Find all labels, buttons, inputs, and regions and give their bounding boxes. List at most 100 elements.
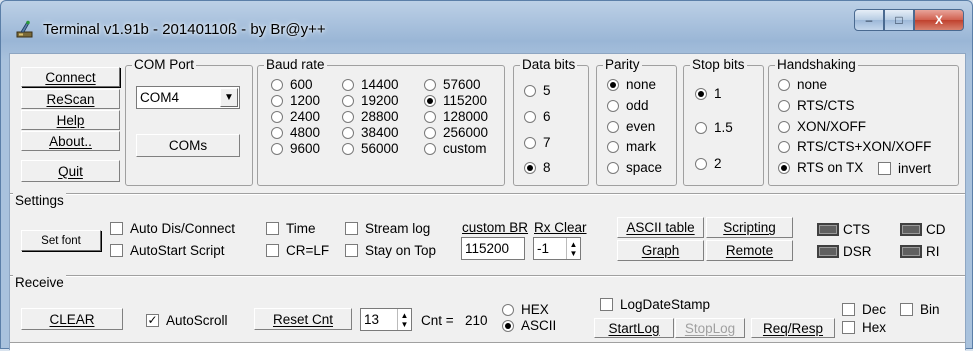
maximize-button[interactable]: □: [884, 9, 914, 31]
cnt-spinner[interactable]: 13 ▲ ▼: [360, 308, 412, 331]
baud-radio-1200[interactable]: 1200: [271, 93, 320, 108]
close-button[interactable]: X: [914, 9, 964, 31]
handshaking-radio-none[interactable]: none: [778, 77, 827, 92]
time-checkbox[interactable]: Time: [266, 221, 316, 236]
handshaking-radio-rts-on-tx[interactable]: RTS on TX: [778, 160, 863, 175]
title-bar[interactable]: Terminal v1.91b - 20140110ß - by Br@y++ …: [1, 1, 972, 51]
hex-radio[interactable]: HEX: [502, 302, 549, 317]
time-check[interactable]: [266, 222, 279, 235]
radio-dot[interactable]: [342, 110, 354, 123]
autostart-script-checkbox[interactable]: AutoStart Script: [110, 243, 225, 258]
custom-br-input[interactable]: 115200: [461, 237, 525, 260]
baud-radio-14400[interactable]: 14400: [342, 77, 399, 92]
baud-radio-600[interactable]: 600: [271, 77, 313, 92]
stay-on-top-checkbox[interactable]: Stay on Top: [345, 243, 436, 258]
reset-cnt-button[interactable]: Reset Cnt: [254, 308, 352, 330]
log-date-stamp-check[interactable]: [600, 298, 613, 311]
radio-dot[interactable]: [695, 87, 707, 100]
baud-radio-2400[interactable]: 2400: [271, 109, 320, 124]
ascii-radio-dot[interactable]: [502, 319, 514, 332]
remote-button[interactable]: Remote: [706, 240, 793, 261]
parity-radio-none[interactable]: none: [607, 77, 656, 92]
parity-radio-even[interactable]: even: [607, 119, 655, 134]
radio-dot[interactable]: [342, 78, 354, 91]
radio-dot[interactable]: [607, 161, 619, 174]
set-font-button[interactable]: Set font: [21, 230, 101, 251]
req-resp-button[interactable]: Req/Resp: [751, 318, 835, 338]
data-bits-radio-6[interactable]: 6: [524, 109, 551, 124]
data-bits-radio-7[interactable]: 7: [524, 135, 551, 150]
baud-radio-57600[interactable]: 57600: [424, 77, 481, 92]
baud-radio-128000[interactable]: 128000: [424, 109, 488, 124]
radio-dot[interactable]: [778, 99, 790, 112]
scripting-button[interactable]: Scripting: [706, 217, 793, 238]
radio-dot[interactable]: [424, 94, 436, 107]
baud-radio-custom[interactable]: custom: [424, 141, 487, 156]
minimize-button[interactable]: ‒: [854, 9, 884, 31]
ascii-radio[interactable]: ASCII: [502, 318, 556, 333]
stop-bits-radio-1[interactable]: 1: [695, 86, 722, 101]
baud-radio-38400[interactable]: 38400: [342, 125, 399, 140]
stay-on-top-check[interactable]: [345, 244, 358, 257]
radio-dot[interactable]: [342, 142, 354, 155]
radio-dot[interactable]: [524, 110, 536, 123]
ascii-table-button[interactable]: ASCII table: [617, 217, 704, 238]
spinner-arrows-icon[interactable]: ▲ ▼: [397, 309, 411, 330]
cr-lf-checkbox[interactable]: CR=LF: [266, 243, 329, 258]
radio-dot[interactable]: [524, 161, 536, 174]
dec-check[interactable]: [842, 303, 855, 316]
autostart-script-check[interactable]: [110, 244, 123, 257]
auto-dis-connect-checkbox[interactable]: Auto Dis/Connect: [110, 221, 235, 236]
autoscroll-check-icon[interactable]: ✓: [146, 314, 159, 327]
radio-dot[interactable]: [607, 99, 619, 112]
radio-dot[interactable]: [607, 140, 619, 153]
radio-dot[interactable]: [271, 78, 283, 91]
baud-radio-115200[interactable]: 115200: [424, 93, 487, 108]
radio-dot[interactable]: [607, 78, 619, 91]
help-button[interactable]: Help: [21, 110, 120, 130]
radio-dot[interactable]: [342, 94, 354, 107]
connect-button[interactable]: Connect: [21, 67, 120, 87]
radio-dot[interactable]: [271, 110, 283, 123]
data-bits-radio-8[interactable]: 8: [524, 160, 551, 175]
parity-radio-mark[interactable]: mark: [607, 139, 656, 154]
radio-dot[interactable]: [342, 126, 354, 139]
radio-dot[interactable]: [695, 157, 707, 170]
about-button[interactable]: About..: [21, 131, 120, 151]
spinner-arrows-icon[interactable]: ▲ ▼: [566, 238, 580, 259]
baud-radio-256000[interactable]: 256000: [424, 125, 488, 140]
invert-checkbox[interactable]: invert: [878, 161, 931, 176]
radio-dot[interactable]: [271, 142, 283, 155]
rescan-button[interactable]: ReScan: [21, 89, 120, 109]
handshaking-radio-xon-xoff[interactable]: XON/XOFF: [778, 119, 866, 134]
auto-dis-connect-check[interactable]: [110, 222, 123, 235]
parity-radio-space[interactable]: space: [607, 160, 662, 175]
cr-lf-check[interactable]: [266, 244, 279, 257]
radio-dot[interactable]: [778, 140, 790, 153]
baud-radio-28800[interactable]: 28800: [342, 109, 399, 124]
chevron-down-icon[interactable]: ▼: [220, 88, 238, 107]
baud-radio-9600[interactable]: 9600: [271, 141, 320, 156]
radio-dot[interactable]: [695, 121, 707, 134]
stream-log-check[interactable]: [345, 222, 358, 235]
radio-dot[interactable]: [524, 136, 536, 149]
hex-radio-dot[interactable]: [502, 303, 514, 316]
handshaking-radio-rts-cts-xon-xoff[interactable]: RTS/CTS+XON/XOFF: [778, 139, 931, 154]
rx-clear-spinner[interactable]: -1 ▲ ▼: [533, 237, 581, 260]
handshaking-radio-rts-cts[interactable]: RTS/CTS: [778, 98, 855, 113]
radio-dot[interactable]: [778, 78, 790, 91]
baud-radio-4800[interactable]: 4800: [271, 125, 320, 140]
start-log-button[interactable]: StartLog: [594, 318, 674, 338]
radio-dot[interactable]: [424, 126, 436, 139]
invert-check-box[interactable]: [878, 162, 891, 175]
bin-check[interactable]: [900, 303, 913, 316]
stop-bits-radio-1-5[interactable]: 1.5: [695, 120, 733, 135]
radio-dot[interactable]: [424, 110, 436, 123]
log-date-stamp-checkbox[interactable]: LogDateStamp: [600, 297, 710, 312]
radio-dot[interactable]: [271, 94, 283, 107]
radio-dot[interactable]: [271, 126, 283, 139]
stop-log-button[interactable]: StopLog: [675, 318, 745, 338]
com-port-select[interactable]: COM4 ▼: [136, 86, 240, 109]
quit-button[interactable]: Quit: [21, 160, 120, 182]
stop-bits-radio-2[interactable]: 2: [695, 156, 722, 171]
